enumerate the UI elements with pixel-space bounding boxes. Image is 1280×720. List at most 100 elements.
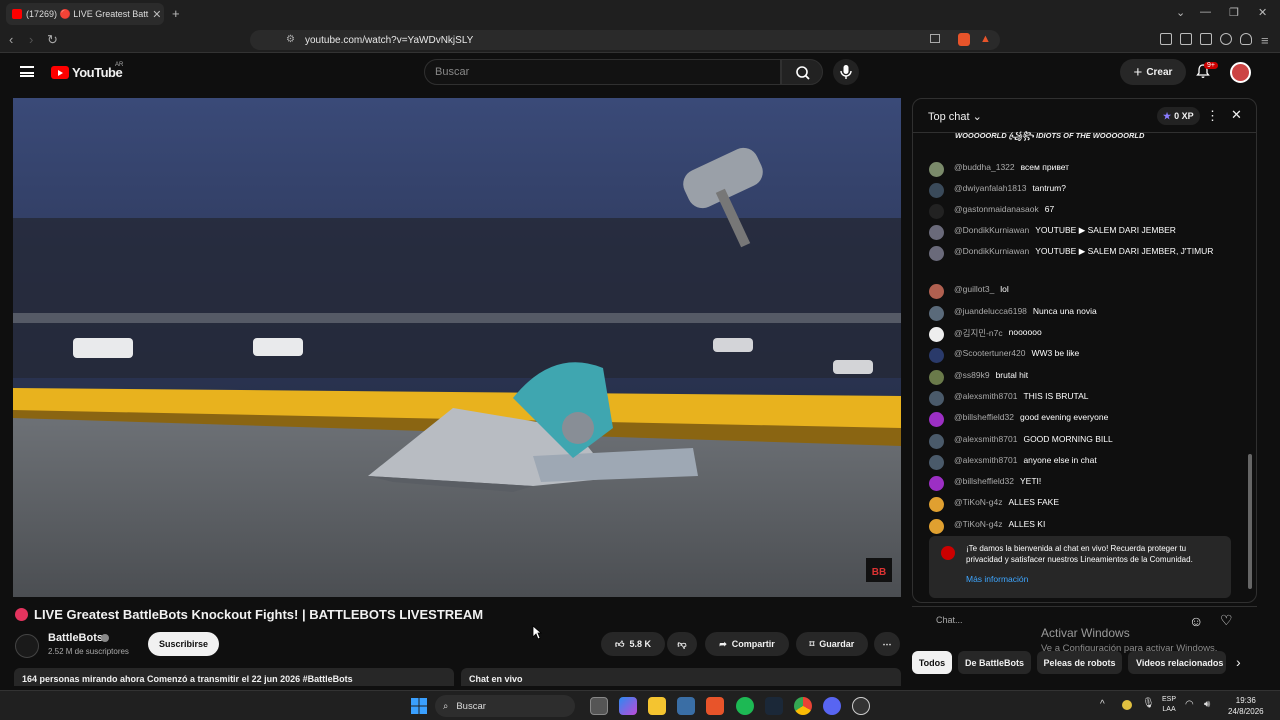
heart-icon[interactable]: ♡ xyxy=(1220,612,1233,629)
chat-author-name[interactable]: @billsheffield32 xyxy=(954,412,1014,422)
subscribe-button[interactable]: Suscribirse xyxy=(148,632,219,656)
github-icon[interactable] xyxy=(852,697,870,715)
chat-author-avatar[interactable] xyxy=(929,306,944,321)
chat-author-avatar[interactable] xyxy=(929,162,944,177)
steam-icon[interactable] xyxy=(765,697,783,715)
chat-author-avatar[interactable] xyxy=(929,412,944,427)
top-chat-dropdown[interactable]: Top chat ⌄ xyxy=(928,110,982,123)
share-button[interactable]: ➦ Compartir xyxy=(705,632,789,656)
chat-message[interactable]: @billsheffield32 good evening everyone xyxy=(929,412,1108,432)
chat-author-name[interactable]: @DondikKurniawan xyxy=(954,246,1029,256)
chat-author-avatar[interactable] xyxy=(929,348,944,363)
chrome-icon[interactable] xyxy=(794,697,812,715)
chat-author-name[interactable]: @alexsmith8701 xyxy=(954,455,1017,465)
wallet-icon[interactable] xyxy=(1200,33,1212,45)
url-bar[interactable]: ⚙ youtube.com/watch?v=YaWDvNkjSLY ▲ xyxy=(250,30,1000,50)
chat-message[interactable]: @TiKoN-g4z ALLES FAKE xyxy=(929,497,1059,517)
minimize-icon[interactable]: — xyxy=(1200,6,1211,18)
sidebar-icon[interactable] xyxy=(1180,33,1192,45)
chat-author-name[interactable]: @alexsmith8701 xyxy=(954,391,1017,401)
forward-icon[interactable]: › xyxy=(29,32,33,47)
chat-author-name[interactable]: @billsheffield32 xyxy=(954,476,1014,486)
wifi-icon[interactable]: ◠ xyxy=(1185,699,1194,710)
chat-author-name[interactable]: @TiKoN-g4z xyxy=(954,497,1002,507)
spotify-icon[interactable] xyxy=(736,697,754,715)
chat-author-avatar[interactable] xyxy=(929,225,944,240)
chip-related-videos[interactable]: Videos relacionados xyxy=(1128,651,1226,674)
chat-close-icon[interactable]: ✕ xyxy=(1231,107,1242,123)
chat-author-name[interactable]: @김지민-n7c xyxy=(954,327,1003,339)
reload-icon[interactable]: ↻ xyxy=(47,32,58,48)
task-view-icon[interactable] xyxy=(590,697,608,715)
chat-message[interactable]: @buddha_1322 всем привет xyxy=(929,162,1069,182)
discord-icon[interactable] xyxy=(823,697,841,715)
youtube-logo[interactable]: YouTube AR xyxy=(51,62,123,80)
chat-author-name[interactable]: @TiKoN-g4z xyxy=(954,519,1002,529)
channel-name[interactable]: BattleBots xyxy=(48,632,103,644)
chat-message[interactable]: @juandelucca6198 Nunca una novia xyxy=(929,306,1097,326)
chat-message-list[interactable]: WOOOOORLD ꧁ꦿ꧂ IDIOTS OF THE WOOOOORLD @b… xyxy=(913,131,1256,534)
volume-icon[interactable]: 🔊︎ xyxy=(1204,699,1210,710)
more-info-link[interactable]: Más información xyxy=(966,574,1028,584)
chat-more-icon[interactable]: ⋮ xyxy=(1206,108,1219,124)
channel-avatar[interactable] xyxy=(15,634,39,658)
chat-author-avatar[interactable] xyxy=(929,455,944,470)
taskbar-search[interactable]: ⌕ Buscar xyxy=(435,695,575,717)
chat-message[interactable]: @DondikKurniawan YOUTUBE ▶ SALEM DARI JEM… xyxy=(929,246,1213,284)
chat-author-name[interactable]: @DondikKurniawan xyxy=(954,225,1029,235)
music-icon[interactable] xyxy=(1160,33,1172,45)
leo-ai-icon[interactable] xyxy=(1220,33,1232,45)
chat-author-avatar[interactable] xyxy=(929,391,944,406)
chat-message[interactable]: @DondikKurniawan YOUTUBE ▶ SALEM DARI JEM… xyxy=(929,225,1176,245)
chip-all[interactable]: Todos xyxy=(912,651,952,674)
chat-author-avatar[interactable] xyxy=(929,519,944,534)
chips-next-icon[interactable]: › xyxy=(1236,654,1241,670)
chat-message[interactable]: @Scootertuner420 WW3 be like xyxy=(929,348,1079,368)
browser-menu-icon[interactable]: ≡ xyxy=(1261,33,1269,48)
chat-message[interactable]: @김지민-n7c noooooo xyxy=(929,327,1042,347)
chat-author-name[interactable]: @Scootertuner420 xyxy=(954,348,1025,358)
copilot-icon[interactable] xyxy=(619,697,637,715)
tray-app-icon[interactable] xyxy=(1122,700,1132,710)
vpn-shield-icon[interactable] xyxy=(1240,33,1252,45)
chat-author-avatar[interactable] xyxy=(929,183,944,198)
like-button[interactable]: 👍︎ 5.8 K xyxy=(601,632,665,656)
chat-author-name[interactable]: @ss89k9 xyxy=(954,370,990,380)
new-tab-button[interactable]: + xyxy=(172,6,180,21)
guide-menu-icon[interactable] xyxy=(20,66,34,77)
chat-author-name[interactable]: @gastonmaidanasaok xyxy=(954,204,1039,214)
tab-close-icon[interactable]: ✕ xyxy=(152,8,161,21)
file-explorer-icon[interactable] xyxy=(648,697,666,715)
cast-icon[interactable] xyxy=(930,34,940,43)
chat-author-avatar[interactable] xyxy=(929,370,944,385)
tab-list-icon[interactable]: ⌄ xyxy=(1176,6,1185,19)
back-icon[interactable]: ‹ xyxy=(9,32,13,47)
chat-author-avatar[interactable] xyxy=(929,434,944,449)
xp-badge[interactable]: ★ 0 XP xyxy=(1157,107,1200,125)
chat-author-avatar[interactable] xyxy=(929,497,944,512)
chat-author-name[interactable]: @dwiyanfalah1813 xyxy=(954,183,1026,193)
chat-message[interactable]: @gastonmaidanasaok 67 xyxy=(929,204,1054,224)
description-box[interactable]: 164 personas mirando ahora Comenzó a tra… xyxy=(14,668,454,686)
input-language[interactable]: ESP LAA xyxy=(1162,695,1176,715)
browser-tab[interactable]: (17269) 🔴 LIVE Greatest Batt ✕ xyxy=(6,3,164,25)
chip-robot-fights[interactable]: Peleas de robots xyxy=(1037,651,1122,674)
windows-start-icon[interactable] xyxy=(411,698,427,714)
chat-author-name[interactable]: @buddha_1322 xyxy=(954,162,1015,172)
clock[interactable]: 19:36 24/8/2026 xyxy=(1228,695,1264,717)
chat-author-avatar[interactable] xyxy=(929,327,944,342)
brave-shield-icon[interactable] xyxy=(958,33,970,46)
chip-from-battlebots[interactable]: De BattleBots xyxy=(958,651,1031,674)
create-button[interactable]: + Crear xyxy=(1120,59,1186,85)
chat-message[interactable]: @billsheffield32 YETI! xyxy=(929,476,1041,496)
chat-author-avatar[interactable] xyxy=(929,204,944,219)
account-avatar[interactable] xyxy=(1230,62,1251,83)
search-input[interactable]: Buscar xyxy=(424,59,781,85)
search-button[interactable] xyxy=(781,59,823,85)
more-actions-button[interactable]: ⋯ xyxy=(874,632,900,656)
chat-message[interactable]: @alexsmith8701 anyone else in chat xyxy=(929,455,1097,475)
chat-message[interactable]: @alexsmith8701 GOOD MORNING BILL xyxy=(929,434,1113,454)
site-info-icon[interactable]: ⚙ xyxy=(286,34,295,45)
save-button[interactable]: ⌑ Guardar xyxy=(796,632,868,656)
maximize-icon[interactable]: ❐ xyxy=(1229,6,1239,19)
